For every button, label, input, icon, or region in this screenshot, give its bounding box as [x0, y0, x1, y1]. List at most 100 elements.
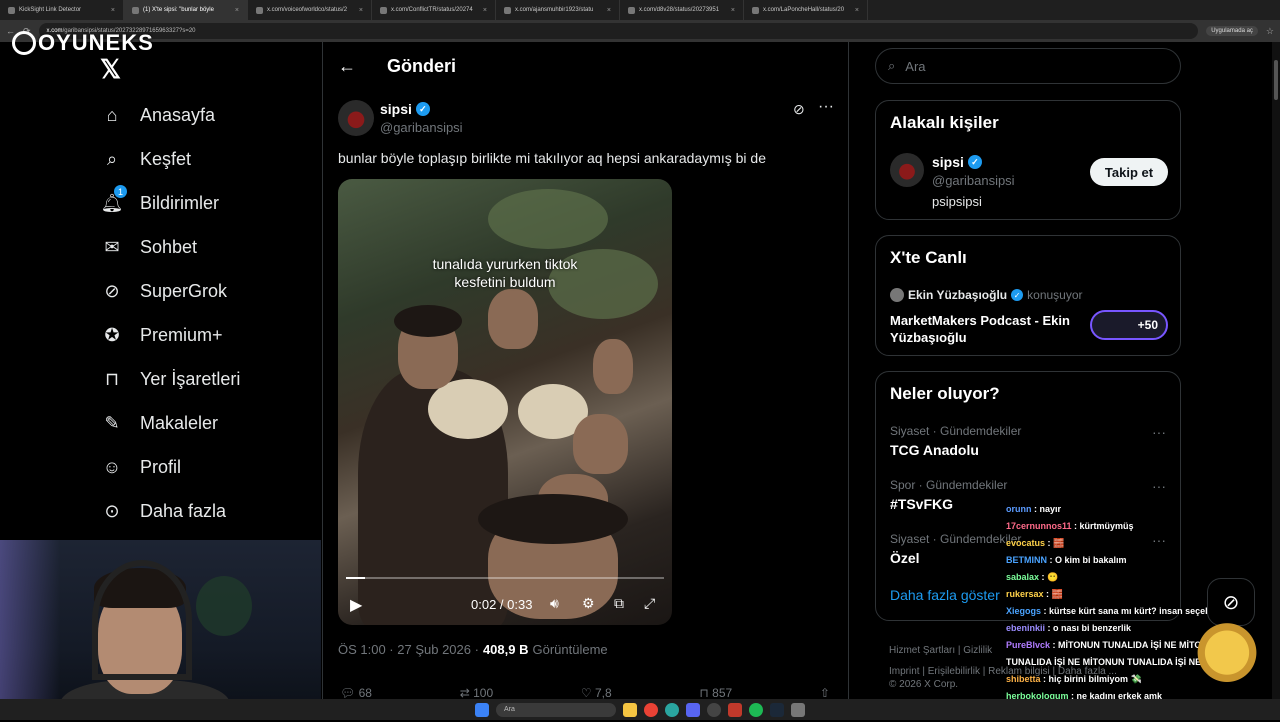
browser-tab[interactable]: x.com/ajansmuhbir1923/statu ×: [496, 0, 620, 20]
nav-item-label: Bildirimler: [140, 192, 220, 213]
verified-badge-icon: ✪: [104, 324, 120, 345]
chrome-icon[interactable]: [644, 702, 658, 717]
chat-message: orunn : nayır: [1006, 501, 1266, 518]
close-icon[interactable]: ×: [731, 7, 735, 14]
windows-start-icon[interactable]: [475, 702, 489, 717]
browser-tab[interactable]: KickSight Link Detector ×: [0, 0, 124, 20]
open-in-app-chip[interactable]: Uygulamada aç: [1206, 26, 1258, 36]
chat-message: evocatus : 🧱: [1006, 535, 1266, 552]
app-icon[interactable]: [791, 702, 805, 717]
grok-fab-icon[interactable]: ⊘: [1207, 578, 1255, 626]
bookmark-button[interactable]: ⊓ 857: [699, 686, 732, 700]
steam-icon[interactable]: [770, 702, 784, 717]
repost-button[interactable]: ⇄ 100: [460, 686, 493, 700]
settings-icon[interactable]: ⚙︎: [582, 595, 595, 612]
back-arrow-icon[interactable]: ←: [338, 56, 356, 77]
nav-item-profil[interactable]: ☺ Profil: [100, 455, 181, 479]
browser-tab[interactable]: (1) X'te sipsi: "bunlar böyle ×: [124, 0, 248, 20]
close-icon[interactable]: ×: [855, 7, 859, 14]
author-avatar[interactable]: [338, 100, 374, 136]
obs-icon[interactable]: [707, 702, 721, 717]
nav-item-ke-fet[interactable]: ⌕ Keşfet: [100, 147, 191, 171]
nav-item-yer-i-aretleri[interactable]: ⊓ Yer İşaretleri: [100, 367, 240, 391]
grok-icon[interactable]: ⊘: [793, 101, 805, 118]
chat-username: sabalax: [1006, 572, 1040, 582]
nav-item-makaleler[interactable]: ✎ Makaleler: [100, 411, 218, 435]
more-options-icon[interactable]: ···: [818, 98, 834, 116]
live-listeners-pill[interactable]: +50: [1090, 310, 1168, 340]
trend-name[interactable]: #TSvFKG: [890, 496, 953, 512]
live-show-title[interactable]: MarketMakers Podcast - Ekin Yüzbaşıoğlu: [890, 312, 1090, 346]
nav-item-supergrok[interactable]: ⊘ SuperGrok: [100, 279, 227, 303]
more-options-icon[interactable]: ···: [1152, 424, 1166, 440]
chat-text: : 😶: [1041, 572, 1059, 582]
nav-item-daha-fazla[interactable]: ⊙ Daha fazla: [100, 499, 226, 523]
author-name-row[interactable]: sipsi ✓: [380, 101, 430, 117]
reply-button[interactable]: 💬︎ 68: [340, 686, 372, 700]
browser-tab[interactable]: x.com/LaPoncheHall/status/20 ×: [744, 0, 868, 20]
video-progress-bar[interactable]: [346, 577, 664, 579]
app-icon[interactable]: [728, 702, 742, 717]
home-icon: ⌂: [106, 104, 118, 125]
post-timestamp[interactable]: ÖS 1:00 · 27 Şub 2026 ·: [338, 642, 479, 657]
browser-tab[interactable]: x.com/voiceofworldco/status/2 ×: [248, 0, 372, 20]
share-icon[interactable]: ⇧: [820, 686, 830, 700]
tweet-text: bunlar böyle toplaşıp birlikte mi takılı…: [338, 150, 766, 166]
fullscreen-icon[interactable]: ⤢: [644, 595, 655, 612]
tab-label: KickSight Link Detector: [19, 7, 82, 13]
author-name[interactable]: sipsi: [380, 101, 412, 117]
chat-text: : 🧱: [1046, 589, 1063, 599]
close-icon[interactable]: ×: [483, 7, 487, 14]
tab-label: x.com/d8v28/status/20273951: [639, 7, 720, 13]
edge-icon[interactable]: [665, 702, 679, 717]
avatar[interactable]: [890, 153, 924, 187]
search-input[interactable]: ⌕ Ara: [875, 48, 1181, 84]
browser-tab[interactable]: x.com/d8v28/status/20273951 ×: [620, 0, 744, 20]
explorer-icon[interactable]: [623, 702, 637, 717]
page-title: Gönderi: [387, 56, 457, 76]
x-logo[interactable]: 𝕏: [100, 54, 121, 85]
nav-item-label: Makaleler: [140, 412, 219, 433]
taskbar-search[interactable]: Ara: [496, 702, 616, 717]
related-name-row[interactable]: sipsi ✓: [932, 154, 982, 170]
more-options-icon[interactable]: ···: [1152, 478, 1166, 494]
follow-button[interactable]: Takip et: [1090, 158, 1168, 186]
tab-label: x.com/voiceofworldco/status/2: [267, 7, 348, 13]
nav-item-bildirimler[interactable]: 🔔︎ 1 Bildirimler: [100, 185, 220, 215]
browser-tab[interactable]: x.com/ConflictTR/status/20274 ×: [372, 0, 496, 20]
spotify-icon[interactable]: [749, 702, 763, 717]
chat-username: orunn: [1006, 504, 1032, 514]
pip-icon[interactable]: ⧉: [614, 595, 624, 612]
like-button[interactable]: ♡ 7,8: [581, 686, 612, 700]
play-icon[interactable]: ▶: [350, 595, 362, 615]
close-icon[interactable]: ×: [111, 7, 115, 14]
nav-item-premium-[interactable]: ✪ Premium+: [100, 323, 222, 347]
scrollbar-thumb[interactable]: [1274, 60, 1278, 100]
trend-name[interactable]: TCG Anadolu: [890, 442, 979, 458]
trend-category: Siyaset · Gündemdekiler: [890, 424, 1022, 438]
author-handle[interactable]: @garibansipsi: [380, 120, 463, 135]
address-bar: ← ⟳ x.com/garibansipsi/status/2027322897…: [0, 20, 1280, 42]
chat-username: PureBlvck: [1006, 640, 1051, 650]
url-input[interactable]: x.com/garibansipsi/status/20273228971659…: [38, 23, 1199, 39]
close-icon[interactable]: ×: [607, 7, 611, 14]
scrollbar[interactable]: [1272, 42, 1280, 699]
close-icon[interactable]: ×: [359, 7, 363, 14]
video-player[interactable]: tunalıda yururken tiktok kesfetini buldu…: [338, 179, 672, 625]
trend-name[interactable]: Özel: [890, 550, 920, 566]
volume-icon[interactable]: 🔊︎: [550, 595, 559, 612]
discord-icon[interactable]: [686, 702, 700, 717]
show-more-link[interactable]: Daha fazla göster: [890, 587, 1000, 603]
close-icon[interactable]: ×: [235, 7, 239, 14]
chat-username: Xiegogs: [1006, 606, 1042, 616]
nav-item-label: Keşfet: [140, 148, 192, 169]
bookmark-icon: ⊓: [699, 686, 709, 700]
live-host[interactable]: Ekin Yüzbaşıoğlu ✓ konuşuyor: [890, 288, 1083, 302]
nav-item-sohbet[interactable]: ✉ Sohbet: [100, 235, 197, 259]
logo-mark-icon: [12, 31, 36, 55]
related-handle[interactable]: @garibansipsi: [932, 173, 1015, 188]
person-face: [593, 339, 633, 394]
user-icon: ☺: [102, 456, 122, 477]
star-icon[interactable]: ☆: [1266, 26, 1274, 37]
nav-item-anasayfa[interactable]: ⌂ Anasayfa: [100, 103, 216, 127]
